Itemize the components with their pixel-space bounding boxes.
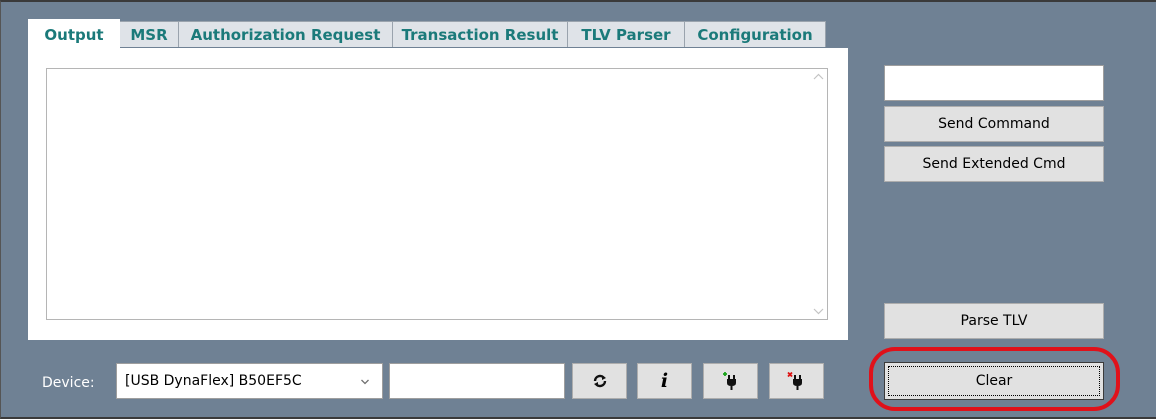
info-icon: i [660, 370, 669, 392]
tab-tlv-parser[interactable]: TLV Parser [567, 21, 685, 47]
tab-msr[interactable]: MSR [119, 21, 179, 47]
tab-strip: Output MSR Authorization Request Transac… [28, 19, 826, 49]
scroll-up-arrow-icon[interactable] [810, 69, 827, 86]
device-aux-input[interactable] [389, 363, 565, 399]
clear-button-label: Clear [975, 373, 1013, 389]
tab-authorization-request[interactable]: Authorization Request [178, 21, 393, 47]
output-textbox[interactable] [47, 69, 810, 319]
connect-button[interactable] [703, 363, 758, 399]
chevron-down-icon [360, 373, 370, 391]
tab-configuration[interactable]: Configuration [684, 21, 826, 47]
output-area [46, 68, 828, 320]
device-label: Device: [42, 375, 95, 391]
send-command-button[interactable]: Send Command [884, 106, 1104, 142]
disconnect-button[interactable] [769, 363, 824, 399]
plug-connect-icon [720, 371, 742, 391]
tab-output[interactable]: Output [28, 19, 120, 49]
device-selected-value: [USB DynaFlex] B50EF5C [125, 373, 302, 389]
refresh-icon [592, 373, 608, 389]
send-extended-cmd-button[interactable]: Send Extended Cmd [884, 146, 1104, 182]
output-panel [28, 48, 848, 340]
plug-disconnect-icon [786, 371, 808, 391]
command-input[interactable] [884, 65, 1104, 101]
output-scrollbar[interactable] [810, 69, 827, 319]
tab-transaction-result[interactable]: Transaction Result [392, 21, 568, 47]
clear-button[interactable]: Clear [884, 362, 1104, 400]
main-window: Output MSR Authorization Request Transac… [0, 0, 1156, 419]
parse-tlv-button[interactable]: Parse TLV [884, 303, 1104, 339]
scroll-down-arrow-icon[interactable] [810, 302, 827, 319]
device-dropdown[interactable]: [USB DynaFlex] B50EF5C [116, 363, 383, 399]
refresh-button[interactable] [572, 363, 627, 399]
info-button[interactable]: i [637, 363, 692, 399]
